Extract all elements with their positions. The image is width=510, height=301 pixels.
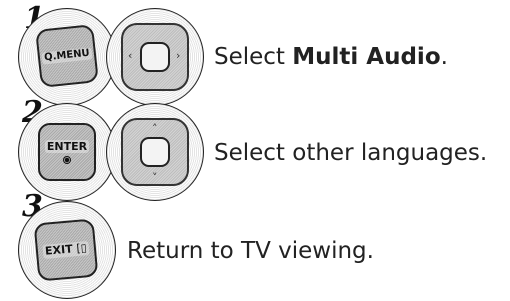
ok-button[interactable] — [140, 137, 170, 167]
enter-button-label: ENTER — [44, 139, 90, 154]
exit-icon: [▯ — [75, 241, 88, 256]
left-arrow-icon: ‹ — [128, 49, 133, 62]
enter-button[interactable]: ENTER — [38, 123, 96, 181]
step-2: 2 ENTER ˄ ˅ Select other languages. — [0, 98, 510, 201]
step-1: 1 Q.MENU ‹ › Select Multi Audio. — [0, 0, 510, 106]
right-arrow-icon: › — [176, 49, 181, 62]
qmenu-button-label: Q.MENU — [41, 47, 93, 65]
qmenu-button[interactable]: Q.MENU — [35, 24, 99, 88]
enter-dot-icon — [63, 156, 71, 165]
navigation-pad[interactable]: ‹ › — [121, 23, 189, 91]
exit-button-label: EXIT [▯ — [42, 241, 90, 259]
multi-audio-term: Multi Audio — [292, 44, 441, 70]
navigation-pad[interactable]: ˄ ˅ — [121, 118, 189, 186]
step-3-instruction: Return to TV viewing. — [127, 238, 374, 264]
step-3: 3 EXIT [▯ Return to TV viewing. — [0, 192, 510, 301]
up-arrow-icon: ˄ — [152, 122, 158, 135]
step-2-instruction: Select other languages. — [214, 140, 488, 166]
down-arrow-icon: ˅ — [152, 171, 158, 184]
step-1-instruction: Select Multi Audio. — [214, 44, 448, 70]
ok-button[interactable] — [140, 42, 170, 72]
exit-button[interactable]: EXIT [▯ — [33, 218, 99, 282]
